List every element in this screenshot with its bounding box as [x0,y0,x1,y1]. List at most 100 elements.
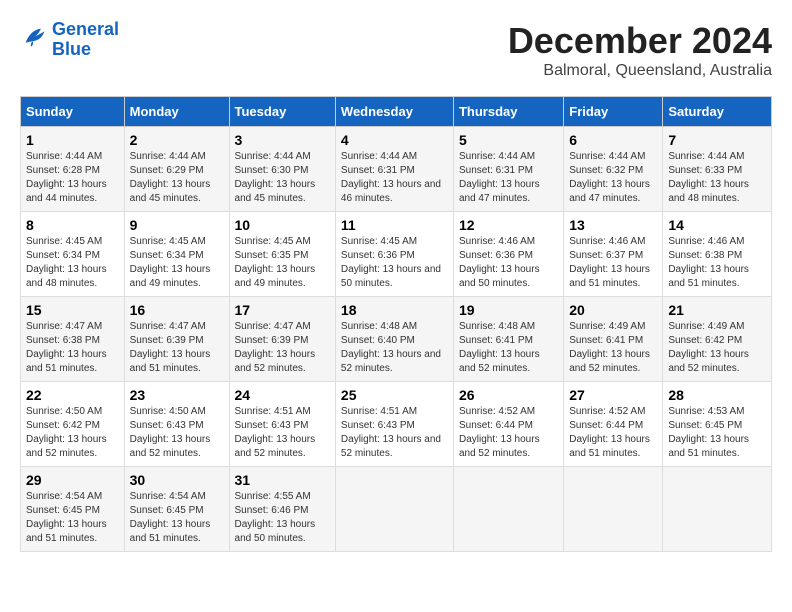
day-number: 30 [130,472,224,488]
table-row [564,467,663,552]
table-row [335,467,453,552]
table-row: 18 Sunrise: 4:48 AM Sunset: 6:40 PM Dayl… [335,297,453,382]
table-row: 11 Sunrise: 4:45 AM Sunset: 6:36 PM Dayl… [335,212,453,297]
day-number: 28 [668,387,766,403]
table-row: 12 Sunrise: 4:46 AM Sunset: 6:36 PM Dayl… [453,212,563,297]
table-row: 30 Sunrise: 4:54 AM Sunset: 6:45 PM Dayl… [124,467,229,552]
table-row: 25 Sunrise: 4:51 AM Sunset: 6:43 PM Dayl… [335,382,453,467]
day-info: Sunrise: 4:50 AM Sunset: 6:43 PM Dayligh… [130,405,224,461]
day-info: Sunrise: 4:52 AM Sunset: 6:44 PM Dayligh… [459,405,558,461]
table-row [453,467,563,552]
logo-icon [20,23,48,56]
day-info: Sunrise: 4:47 AM Sunset: 6:39 PM Dayligh… [130,320,224,376]
table-row: 24 Sunrise: 4:51 AM Sunset: 6:43 PM Dayl… [229,382,335,467]
day-number: 11 [341,217,448,233]
calendar-week-row: 15 Sunrise: 4:47 AM Sunset: 6:38 PM Dayl… [21,297,772,382]
day-info: Sunrise: 4:44 AM Sunset: 6:32 PM Dayligh… [569,150,657,206]
col-sunday: Sunday [21,97,125,127]
day-info: Sunrise: 4:50 AM Sunset: 6:42 PM Dayligh… [26,405,119,461]
col-friday: Friday [564,97,663,127]
day-info: Sunrise: 4:46 AM Sunset: 6:36 PM Dayligh… [459,235,558,291]
location-subtitle: Balmoral, Queensland, Australia [508,62,772,80]
day-info: Sunrise: 4:51 AM Sunset: 6:43 PM Dayligh… [341,405,448,461]
table-row: 16 Sunrise: 4:47 AM Sunset: 6:39 PM Dayl… [124,297,229,382]
logo: General Blue [20,20,119,60]
day-number: 3 [235,132,330,148]
table-row: 20 Sunrise: 4:49 AM Sunset: 6:41 PM Dayl… [564,297,663,382]
table-row: 29 Sunrise: 4:54 AM Sunset: 6:45 PM Dayl… [21,467,125,552]
logo-text: General Blue [52,20,119,60]
day-number: 22 [26,387,119,403]
table-row: 31 Sunrise: 4:55 AM Sunset: 6:46 PM Dayl… [229,467,335,552]
table-row: 23 Sunrise: 4:50 AM Sunset: 6:43 PM Dayl… [124,382,229,467]
table-row: 19 Sunrise: 4:48 AM Sunset: 6:41 PM Dayl… [453,297,563,382]
day-number: 4 [341,132,448,148]
day-number: 5 [459,132,558,148]
day-number: 20 [569,302,657,318]
day-number: 31 [235,472,330,488]
day-info: Sunrise: 4:46 AM Sunset: 6:38 PM Dayligh… [668,235,766,291]
header: General Blue December 2024 Balmoral, Que… [20,20,772,80]
day-number: 16 [130,302,224,318]
table-row [663,467,772,552]
calendar-week-row: 8 Sunrise: 4:45 AM Sunset: 6:34 PM Dayli… [21,212,772,297]
table-row: 6 Sunrise: 4:44 AM Sunset: 6:32 PM Dayli… [564,127,663,212]
title-area: December 2024 Balmoral, Queensland, Aust… [508,20,772,80]
table-row: 5 Sunrise: 4:44 AM Sunset: 6:31 PM Dayli… [453,127,563,212]
header-row: Sunday Monday Tuesday Wednesday Thursday… [21,97,772,127]
table-row: 10 Sunrise: 4:45 AM Sunset: 6:35 PM Dayl… [229,212,335,297]
table-row: 4 Sunrise: 4:44 AM Sunset: 6:31 PM Dayli… [335,127,453,212]
table-row: 15 Sunrise: 4:47 AM Sunset: 6:38 PM Dayl… [21,297,125,382]
col-thursday: Thursday [453,97,563,127]
day-info: Sunrise: 4:52 AM Sunset: 6:44 PM Dayligh… [569,405,657,461]
table-row: 9 Sunrise: 4:45 AM Sunset: 6:34 PM Dayli… [124,212,229,297]
col-wednesday: Wednesday [335,97,453,127]
day-info: Sunrise: 4:44 AM Sunset: 6:29 PM Dayligh… [130,150,224,206]
table-row: 14 Sunrise: 4:46 AM Sunset: 6:38 PM Dayl… [663,212,772,297]
col-monday: Monday [124,97,229,127]
day-info: Sunrise: 4:48 AM Sunset: 6:40 PM Dayligh… [341,320,448,376]
day-info: Sunrise: 4:47 AM Sunset: 6:38 PM Dayligh… [26,320,119,376]
day-number: 26 [459,387,558,403]
day-number: 12 [459,217,558,233]
day-info: Sunrise: 4:44 AM Sunset: 6:31 PM Dayligh… [459,150,558,206]
day-number: 21 [668,302,766,318]
day-number: 10 [235,217,330,233]
calendar-week-row: 1 Sunrise: 4:44 AM Sunset: 6:28 PM Dayli… [21,127,772,212]
table-row: 13 Sunrise: 4:46 AM Sunset: 6:37 PM Dayl… [564,212,663,297]
table-row: 21 Sunrise: 4:49 AM Sunset: 6:42 PM Dayl… [663,297,772,382]
table-row: 2 Sunrise: 4:44 AM Sunset: 6:29 PM Dayli… [124,127,229,212]
day-info: Sunrise: 4:45 AM Sunset: 6:35 PM Dayligh… [235,235,330,291]
day-info: Sunrise: 4:49 AM Sunset: 6:41 PM Dayligh… [569,320,657,376]
calendar-week-row: 22 Sunrise: 4:50 AM Sunset: 6:42 PM Dayl… [21,382,772,467]
day-number: 9 [130,217,224,233]
day-number: 2 [130,132,224,148]
table-row: 3 Sunrise: 4:44 AM Sunset: 6:30 PM Dayli… [229,127,335,212]
day-info: Sunrise: 4:48 AM Sunset: 6:41 PM Dayligh… [459,320,558,376]
day-info: Sunrise: 4:44 AM Sunset: 6:28 PM Dayligh… [26,150,119,206]
day-info: Sunrise: 4:46 AM Sunset: 6:37 PM Dayligh… [569,235,657,291]
day-number: 15 [26,302,119,318]
table-row: 8 Sunrise: 4:45 AM Sunset: 6:34 PM Dayli… [21,212,125,297]
table-row: 1 Sunrise: 4:44 AM Sunset: 6:28 PM Dayli… [21,127,125,212]
day-number: 6 [569,132,657,148]
table-row: 17 Sunrise: 4:47 AM Sunset: 6:39 PM Dayl… [229,297,335,382]
table-row: 27 Sunrise: 4:52 AM Sunset: 6:44 PM Dayl… [564,382,663,467]
day-info: Sunrise: 4:53 AM Sunset: 6:45 PM Dayligh… [668,405,766,461]
table-row: 26 Sunrise: 4:52 AM Sunset: 6:44 PM Dayl… [453,382,563,467]
day-info: Sunrise: 4:45 AM Sunset: 6:34 PM Dayligh… [26,235,119,291]
month-year-title: December 2024 [508,20,772,62]
col-tuesday: Tuesday [229,97,335,127]
day-info: Sunrise: 4:45 AM Sunset: 6:34 PM Dayligh… [130,235,224,291]
day-number: 13 [569,217,657,233]
day-number: 29 [26,472,119,488]
day-number: 7 [668,132,766,148]
day-number: 23 [130,387,224,403]
calendar-table: Sunday Monday Tuesday Wednesday Thursday… [20,96,772,552]
day-number: 17 [235,302,330,318]
day-info: Sunrise: 4:47 AM Sunset: 6:39 PM Dayligh… [235,320,330,376]
day-number: 8 [26,217,119,233]
table-row: 22 Sunrise: 4:50 AM Sunset: 6:42 PM Dayl… [21,382,125,467]
day-number: 18 [341,302,448,318]
day-info: Sunrise: 4:54 AM Sunset: 6:45 PM Dayligh… [130,490,224,546]
